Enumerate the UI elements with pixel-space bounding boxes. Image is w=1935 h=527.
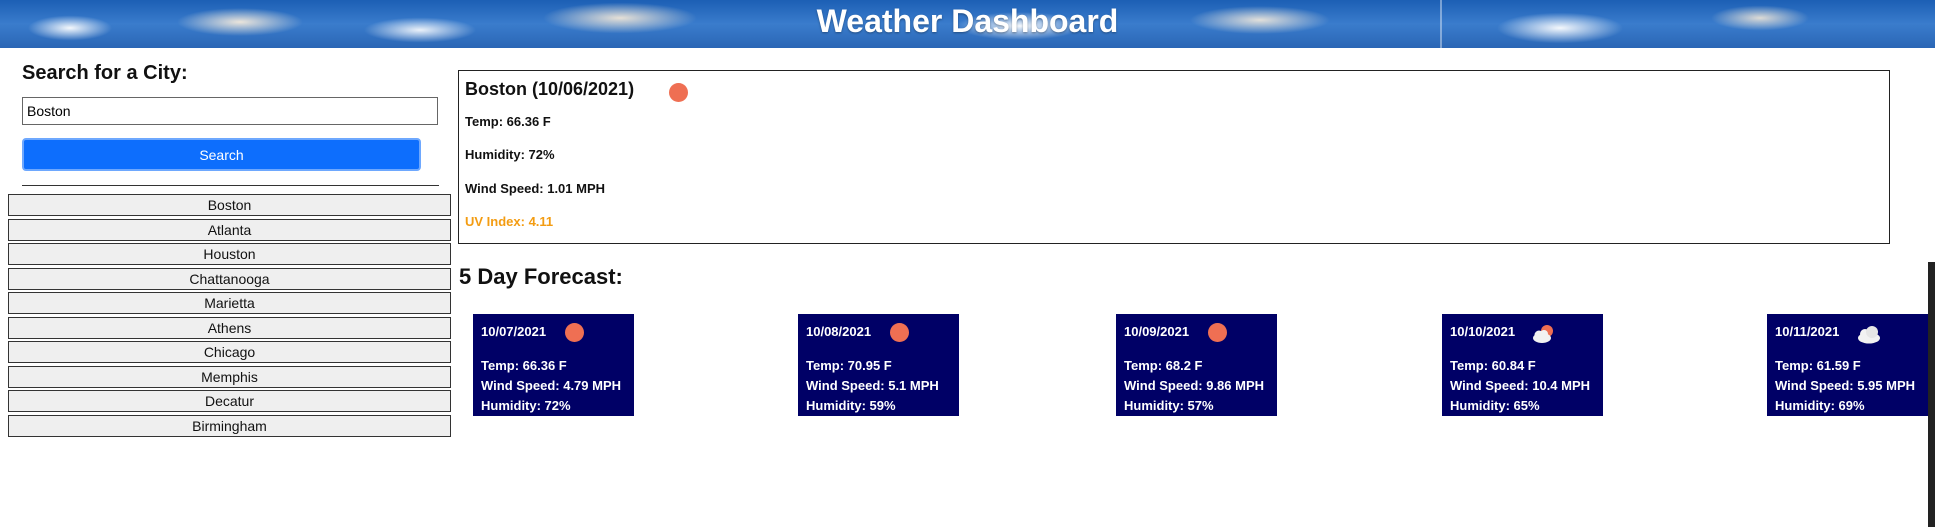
sun-icon bbox=[1208, 323, 1227, 342]
history-item[interactable]: Chicago bbox=[8, 341, 451, 363]
history-item[interactable]: Atlanta bbox=[8, 218, 451, 241]
forecast-card: 10/11/2021 Temp: 61.59 F Wind Speed: 5.9… bbox=[1767, 314, 1928, 416]
current-city-title: Boston (10/06/2021) bbox=[465, 79, 635, 99]
cloud-icon bbox=[1858, 326, 1880, 344]
forecast-humidity: Humidity: 65% bbox=[1450, 398, 1540, 413]
forecast-date: 10/09/2021 bbox=[1124, 324, 1190, 339]
page-title: Weather Dashboard bbox=[816, 3, 1119, 39]
search-history-list: Boston Atlanta Houston Chattanooga Marie… bbox=[8, 194, 451, 439]
forecast-humidity: Humidity: 59% bbox=[806, 398, 896, 413]
search-label: Search for a City: bbox=[22, 62, 188, 84]
history-item[interactable]: Decatur bbox=[8, 390, 451, 412]
current-wind: Wind Speed: 1.01 MPH bbox=[465, 181, 606, 196]
forecast-temp: Temp: 70.95 F bbox=[806, 358, 892, 373]
header-banner: Weather Dashboard bbox=[0, 0, 1935, 48]
forecast-wind: Wind Speed: 9.86 MPH bbox=[1124, 378, 1265, 393]
forecast-card: 10/08/2021 Temp: 70.95 F Wind Speed: 5.1… bbox=[798, 314, 959, 416]
current-uv-index: UV Index: 4.11 bbox=[465, 214, 554, 229]
history-item[interactable]: Athens bbox=[8, 316, 451, 339]
forecast-wind: Wind Speed: 10.4 MPH bbox=[1450, 378, 1591, 393]
sun-icon bbox=[669, 83, 688, 102]
forecast-title: 5 Day Forecast: bbox=[459, 264, 623, 289]
history-item[interactable]: Houston bbox=[8, 243, 451, 265]
forecast-humidity: Humidity: 69% bbox=[1775, 398, 1865, 413]
search-input[interactable] bbox=[22, 97, 438, 125]
forecast-wind: Wind Speed: 4.79 MPH bbox=[481, 378, 622, 393]
history-item[interactable]: Birmingham bbox=[8, 414, 451, 437]
forecast-wind: Wind Speed: 5.95 MPH bbox=[1775, 378, 1916, 393]
forecast-humidity: Humidity: 57% bbox=[1124, 398, 1214, 413]
sun-icon bbox=[890, 323, 909, 342]
forecast-temp: Temp: 60.84 F bbox=[1450, 358, 1536, 373]
forecast-card: 10/09/2021 Temp: 68.2 F Wind Speed: 9.86… bbox=[1116, 314, 1277, 416]
forecast-temp: Temp: 61.59 F bbox=[1775, 358, 1861, 373]
forecast-temp: Temp: 66.36 F bbox=[481, 358, 567, 373]
history-item[interactable]: Memphis bbox=[8, 365, 451, 388]
current-humidity: Humidity: 72% bbox=[465, 147, 555, 162]
scrollbar[interactable] bbox=[1928, 262, 1935, 527]
forecast-date: 10/11/2021 bbox=[1775, 324, 1840, 339]
history-item[interactable]: Marietta bbox=[8, 292, 451, 314]
forecast-card: 10/07/2021 Temp: 66.36 F Wind Speed: 4.7… bbox=[473, 314, 634, 416]
search-button[interactable]: Search bbox=[22, 138, 421, 171]
current-temp: Temp: 66.36 F bbox=[465, 114, 551, 129]
partly-cloudy-icon bbox=[1533, 325, 1553, 343]
forecast-date: 10/07/2021 bbox=[481, 324, 547, 339]
forecast-temp: Temp: 68.2 F bbox=[1124, 358, 1203, 373]
forecast-wind: Wind Speed: 5.1 MPH bbox=[806, 378, 939, 393]
forecast-date: 10/10/2021 bbox=[1450, 324, 1516, 339]
sun-icon bbox=[565, 323, 584, 342]
forecast-date: 10/08/2021 bbox=[806, 324, 872, 339]
history-item[interactable]: Chattanooga bbox=[8, 267, 451, 290]
divider bbox=[22, 185, 439, 186]
history-item[interactable]: Boston bbox=[8, 194, 451, 216]
forecast-card: 10/10/2021 Temp: 60.84 F Wind Speed: 10.… bbox=[1442, 314, 1603, 416]
current-weather-panel: Boston (10/06/2021) Temp: 66.36 F Humidi… bbox=[458, 70, 1890, 244]
forecast-humidity: Humidity: 72% bbox=[481, 398, 571, 413]
